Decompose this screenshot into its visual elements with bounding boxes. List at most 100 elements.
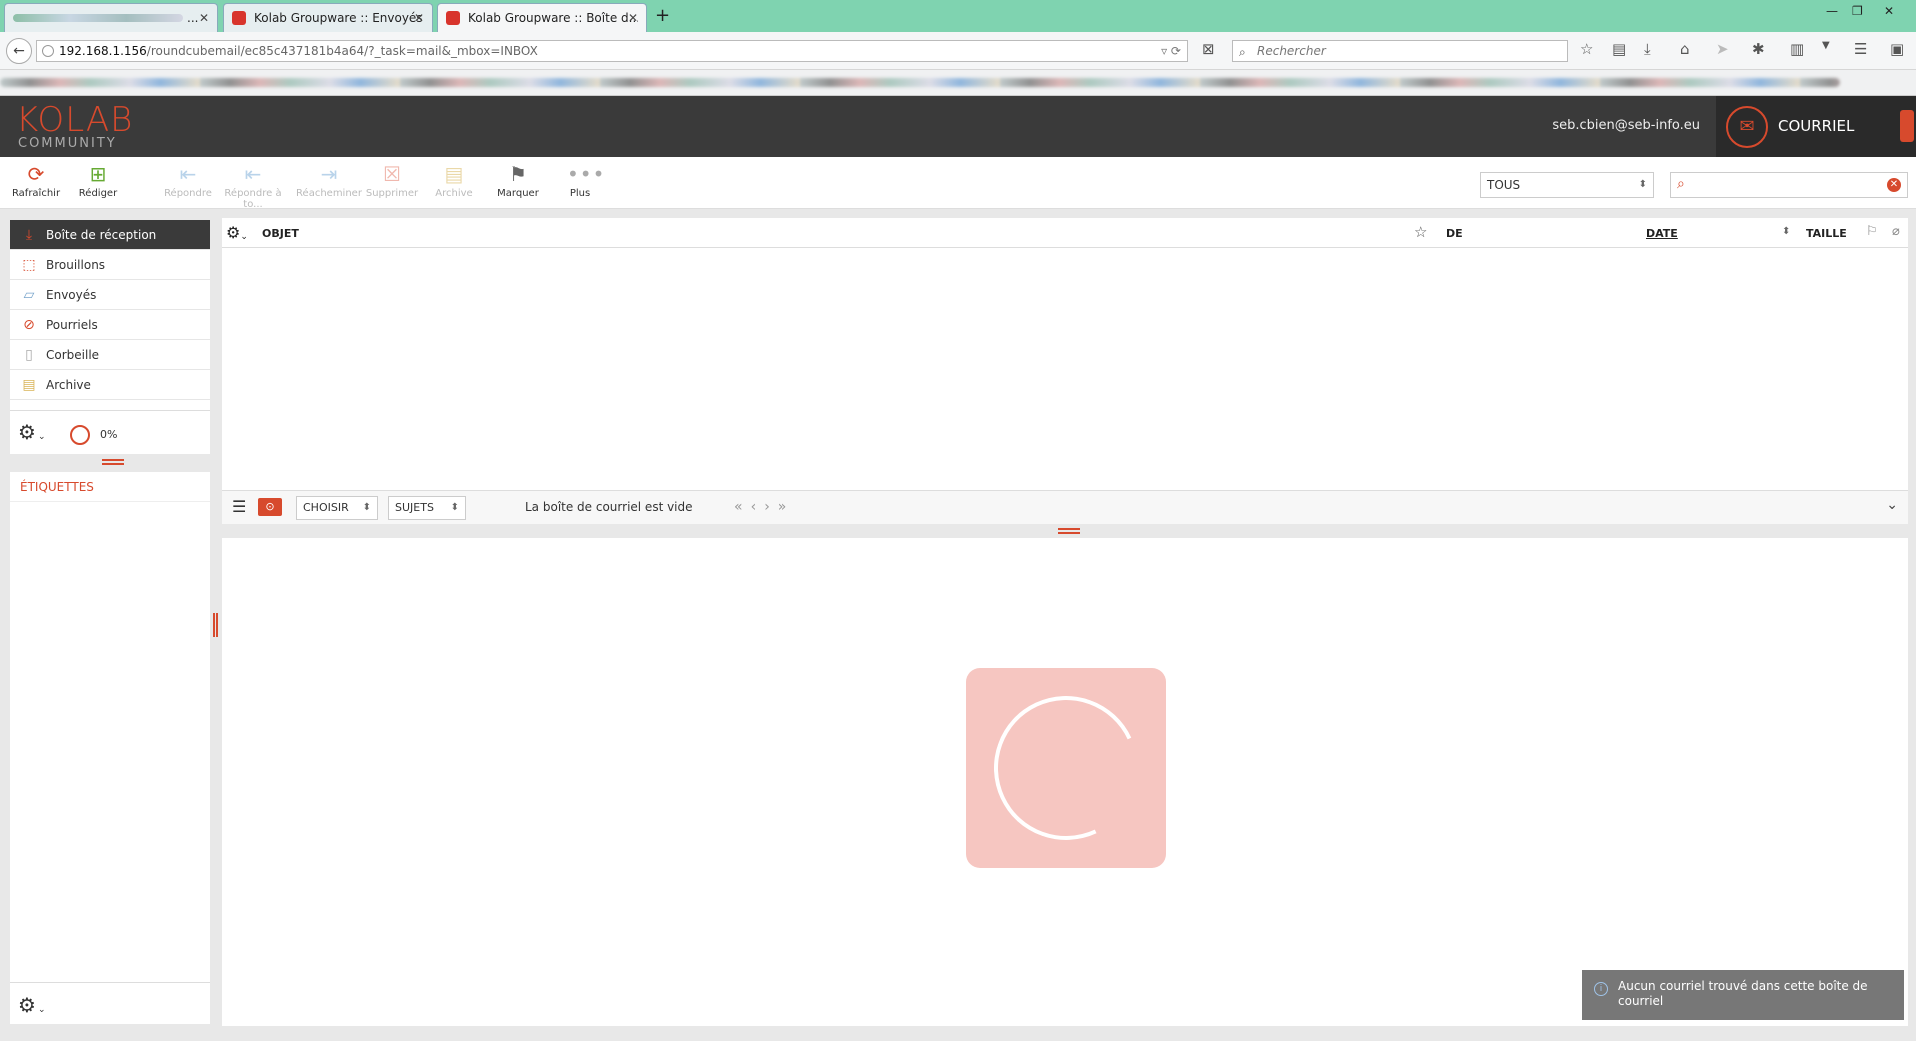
browser-tab-2[interactable]: Kolab Groupware :: Envoyés ✕ [223,3,433,32]
star-icon[interactable]: ☆ [1414,223,1427,241]
sort-arrows-icon[interactable]: ⬍ [1782,226,1790,237]
logo[interactable]: KOLAB [16,102,133,138]
menu-icon[interactable]: ☰ [1854,40,1867,58]
folder-junk[interactable]: ⊘ Pourriels [10,310,210,340]
browser-navbar: ← 192.168.1.156/roundcubemail/ec85c43718… [0,32,1916,70]
forward-button[interactable]: ⇥ Réacheminer [296,163,362,199]
close-window-icon[interactable]: ✕ [1884,4,1894,18]
settings-icon[interactable]: ⚙ ⌄ [18,993,45,1017]
reply-button[interactable]: ⇤ Répondre [156,163,220,199]
sent-icon: ▱ [23,286,35,303]
spinner-ring [973,675,1159,861]
more-button[interactable]: ••• Plus [548,163,612,199]
url-bar[interactable]: 192.168.1.156/roundcubemail/ec85c437181b… [36,40,1188,62]
folder-drafts[interactable]: ⬚ Brouillons [10,250,210,280]
threads-toggle-icon[interactable]: ⊙ [258,498,282,516]
download-icon[interactable]: ⤓ [1644,40,1651,58]
tab-title: ... [187,11,199,25]
user-email[interactable]: seb.cbien@seb-info.eu [1552,118,1700,133]
browser-tab-3[interactable]: Kolab Groupware :: Boîte d... ✕ [437,3,647,32]
restore-icon[interactable]: ❐ [1852,4,1863,18]
select-dropdown[interactable]: CHOISIR ⬍ [296,496,378,520]
col-subject[interactable]: OBJET [262,227,299,240]
folder-sent[interactable]: ▱ Envoyés [10,280,210,310]
list-options-icon[interactable]: ⚙ ⌄ [226,223,248,242]
url-path: /roundcubemail/ec85c437181b4a64/?_task=m… [146,44,538,58]
close-icon[interactable]: ✕ [628,11,638,25]
app-switcher-scroll[interactable] [1900,110,1914,142]
next-page-icon[interactable]: › [764,499,778,515]
reset-search-icon[interactable]: ✕ [1887,178,1901,192]
refresh-button[interactable]: ⟳ Rafraîchir [4,163,68,199]
flag-column-icon[interactable]: ⚐ [1866,224,1878,239]
reply-all-icon: ⇤ [244,162,262,186]
chevron-down-icon[interactable]: ▼ [1822,40,1830,51]
last-page-icon[interactable]: » [778,499,795,515]
quota-indicator [70,425,90,445]
search-icon[interactable]: ⌕ [1677,176,1685,192]
tags-heading[interactable]: ÉTIQUETTES [10,472,210,502]
bookmarks-list-icon[interactable]: ▤ [1612,40,1626,58]
site-info-icon[interactable] [42,45,54,57]
chevron-down-icon[interactable]: ⌄ [1886,497,1898,513]
select-arrows-icon: ⬍ [450,502,459,513]
browser-search-input[interactable]: ⌕ Rechercher [1232,40,1568,62]
clipboard-icon[interactable]: ▥ [1790,40,1804,58]
list-menu-icon[interactable]: ☰ [232,497,246,516]
col-date[interactable]: DATE [1646,227,1678,240]
reader-icon[interactable]: ⊠ [1202,40,1215,58]
folder-label: Corbeille [46,347,100,362]
tab-title: Kolab Groupware :: Envoyés [254,11,423,25]
filter-select[interactable]: TOUS ⬍ [1480,172,1654,198]
browser-tab-1[interactable]: ... ✕ [4,3,218,32]
pager: «‹›» [734,499,794,515]
folder-trash[interactable]: ▯ Corbeille [10,340,210,370]
col-from[interactable]: DE [1446,227,1463,240]
vertical-splitter[interactable] [213,613,218,637]
preview-splitter[interactable] [1058,528,1080,534]
prev-page-icon[interactable]: ‹ [751,499,765,515]
addon-icon[interactable]: ✱ [1752,40,1765,58]
mark-button[interactable]: ⚑ Marquer [486,163,550,199]
folder-settings-icon[interactable]: ⚙ ⌄ [18,420,45,444]
compose-button[interactable]: ⊞ Rédiger [66,163,130,199]
blurred-tab-title [13,14,183,22]
home-icon[interactable]: ⌂ [1680,40,1690,58]
folder-archive[interactable]: ▤ Archive [10,370,210,400]
attachment-icon[interactable]: ⌀ [1892,224,1900,239]
col-size[interactable]: TAILLE [1806,227,1847,240]
junk-icon: ⊘ [23,316,35,333]
bookmarks-bar [0,70,1916,96]
reply-all-button[interactable]: ⇤ Répondre à to... [218,163,288,210]
delete-button[interactable]: ☒ Supprimer [360,163,424,199]
reply-label: Répondre [164,188,212,199]
folder-label: Archive [46,377,91,392]
list-header: ⚙ ⌄ OBJET ☆ DE DATE ⬍ TAILLE ⚐ ⌀ [222,218,1908,248]
notification-toast[interactable]: i Aucun courriel trouvé dans cette boîte… [1582,970,1904,1020]
loading-spinner [966,668,1166,868]
bookmark-star-icon[interactable]: ☆ [1580,40,1593,58]
logo-subtitle: COMMUNITY [18,136,117,151]
reload-icon[interactable]: ▿ ⟳ [1161,41,1181,61]
folder-inbox[interactable]: ⤓ Boîte de réception [10,220,210,250]
close-icon[interactable]: ✕ [414,11,424,25]
inbox-icon: ⤓ [25,226,33,243]
threads-dropdown[interactable]: SUJETS ⬍ [388,496,466,520]
forward-label: Réacheminer [296,188,362,199]
app-name: COURRIEL [1778,117,1855,135]
delete-label: Supprimer [365,188,419,199]
close-icon[interactable]: ✕ [199,11,209,25]
extension-icon[interactable]: ▣ [1890,40,1904,58]
minimize-icon[interactable]: — [1826,4,1838,18]
drafts-icon: ⬚ [22,256,36,273]
sidebar-splitter[interactable] [102,459,124,465]
first-page-icon[interactable]: « [734,499,751,515]
blurred-bookmarks [0,78,1840,87]
quick-search-input[interactable]: ⌕ ✕ [1670,172,1908,198]
archive-button[interactable]: ▤ Archive [422,163,486,199]
new-tab-icon[interactable]: + [655,5,670,26]
back-icon[interactable]: ← [6,38,32,64]
send-icon[interactable]: ➤ [1716,40,1729,58]
app-switcher[interactable]: ✉ COURRIEL [1716,96,1916,157]
app-header: KOLAB COMMUNITY seb.cbien@seb-info.eu ✉ … [0,96,1916,157]
